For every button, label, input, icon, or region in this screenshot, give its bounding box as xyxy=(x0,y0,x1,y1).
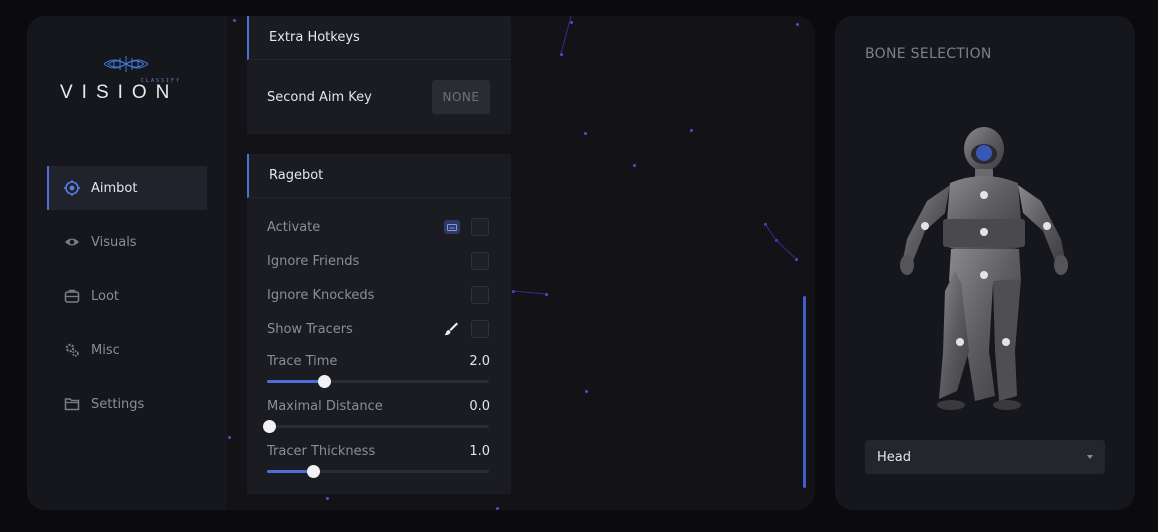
panel-title: Extra Hotkeys xyxy=(247,16,511,60)
ignore-friends-label: Ignore Friends xyxy=(267,254,360,269)
ignore-friends-checkbox[interactable] xyxy=(471,252,489,270)
trace-time-value: 2.0 xyxy=(469,354,490,369)
bone-select-dropdown[interactable]: Head xyxy=(865,440,1105,474)
slider-fill xyxy=(267,470,311,473)
bone-selection-title: BONE SELECTION xyxy=(865,46,992,62)
sidebar-item-loot[interactable]: Loot xyxy=(47,274,207,318)
soldier-figure xyxy=(900,127,1068,410)
slider-knob[interactable] xyxy=(263,420,276,433)
logo-name: VISION xyxy=(60,82,179,103)
main-window: CLASSIFY VISION Aimbot Visuals Loot Misc… xyxy=(27,16,815,510)
second-aim-key-button[interactable]: NONE xyxy=(432,80,490,114)
extra-hotkeys-panel: Extra Hotkeys Second Aim Key NONE xyxy=(247,16,511,134)
slider-knob[interactable] xyxy=(318,375,331,388)
tracer-thickness-slider[interactable] xyxy=(267,465,489,478)
second-aim-key-label: Second Aim Key xyxy=(267,90,372,105)
folder-icon xyxy=(63,395,81,413)
scrollbar[interactable] xyxy=(803,296,806,488)
trace-time-slider[interactable] xyxy=(267,375,489,388)
maximal-distance-slider[interactable] xyxy=(263,420,489,433)
soundwave-icon xyxy=(103,56,149,72)
slider-fill xyxy=(267,380,323,383)
sidebar-item-label: Visuals xyxy=(91,234,137,250)
brush-icon[interactable] xyxy=(443,321,459,337)
crosshair-icon xyxy=(63,179,81,197)
ignore-knocked-checkbox[interactable] xyxy=(471,286,489,304)
sidebar-item-aimbot[interactable]: Aimbot xyxy=(47,166,207,210)
sidebar-item-label: Aimbot xyxy=(91,180,138,196)
slider-knob[interactable] xyxy=(307,465,320,478)
activate-label: Activate xyxy=(267,220,321,235)
bone-select-value: Head xyxy=(877,449,911,465)
logo: CLASSIFY VISION xyxy=(57,52,197,112)
tracer-thickness-label: Tracer Thickness xyxy=(267,444,376,459)
sidebar-item-label: Settings xyxy=(91,396,145,412)
sidebar-item-misc[interactable]: Misc xyxy=(47,328,207,372)
caret-down-icon xyxy=(1087,455,1093,459)
gear-icon xyxy=(63,341,81,359)
sidebar: CLASSIFY VISION Aimbot Visuals Loot Misc… xyxy=(27,16,227,510)
maximal-distance-label: Maximal Distance xyxy=(267,399,383,414)
maximal-distance-value: 0.0 xyxy=(469,399,490,414)
tracer-thickness-value: 1.0 xyxy=(469,444,490,459)
ignore-knocked-label: Ignore Knockeds xyxy=(267,288,375,303)
trace-time-label: Trace Time xyxy=(267,354,338,369)
activate-checkbox[interactable] xyxy=(471,218,489,236)
sidebar-item-label: Misc xyxy=(91,342,120,358)
eye-icon xyxy=(63,233,81,251)
bone-selection-window: BONE SELECTION Head xyxy=(835,16,1135,510)
panel-title: Ragebot xyxy=(247,154,511,198)
show-tracers-label: Show Tracers xyxy=(267,322,353,337)
sidebar-item-visuals[interactable]: Visuals xyxy=(47,220,207,264)
keyboard-icon[interactable] xyxy=(444,220,460,234)
show-tracers-checkbox[interactable] xyxy=(471,320,489,338)
sidebar-item-label: Loot xyxy=(91,288,120,304)
ragebot-panel: Ragebot Activate Ignore Friends Ignore K… xyxy=(247,154,511,494)
sidebar-item-settings[interactable]: Settings xyxy=(47,382,207,426)
briefcase-icon xyxy=(63,287,81,305)
